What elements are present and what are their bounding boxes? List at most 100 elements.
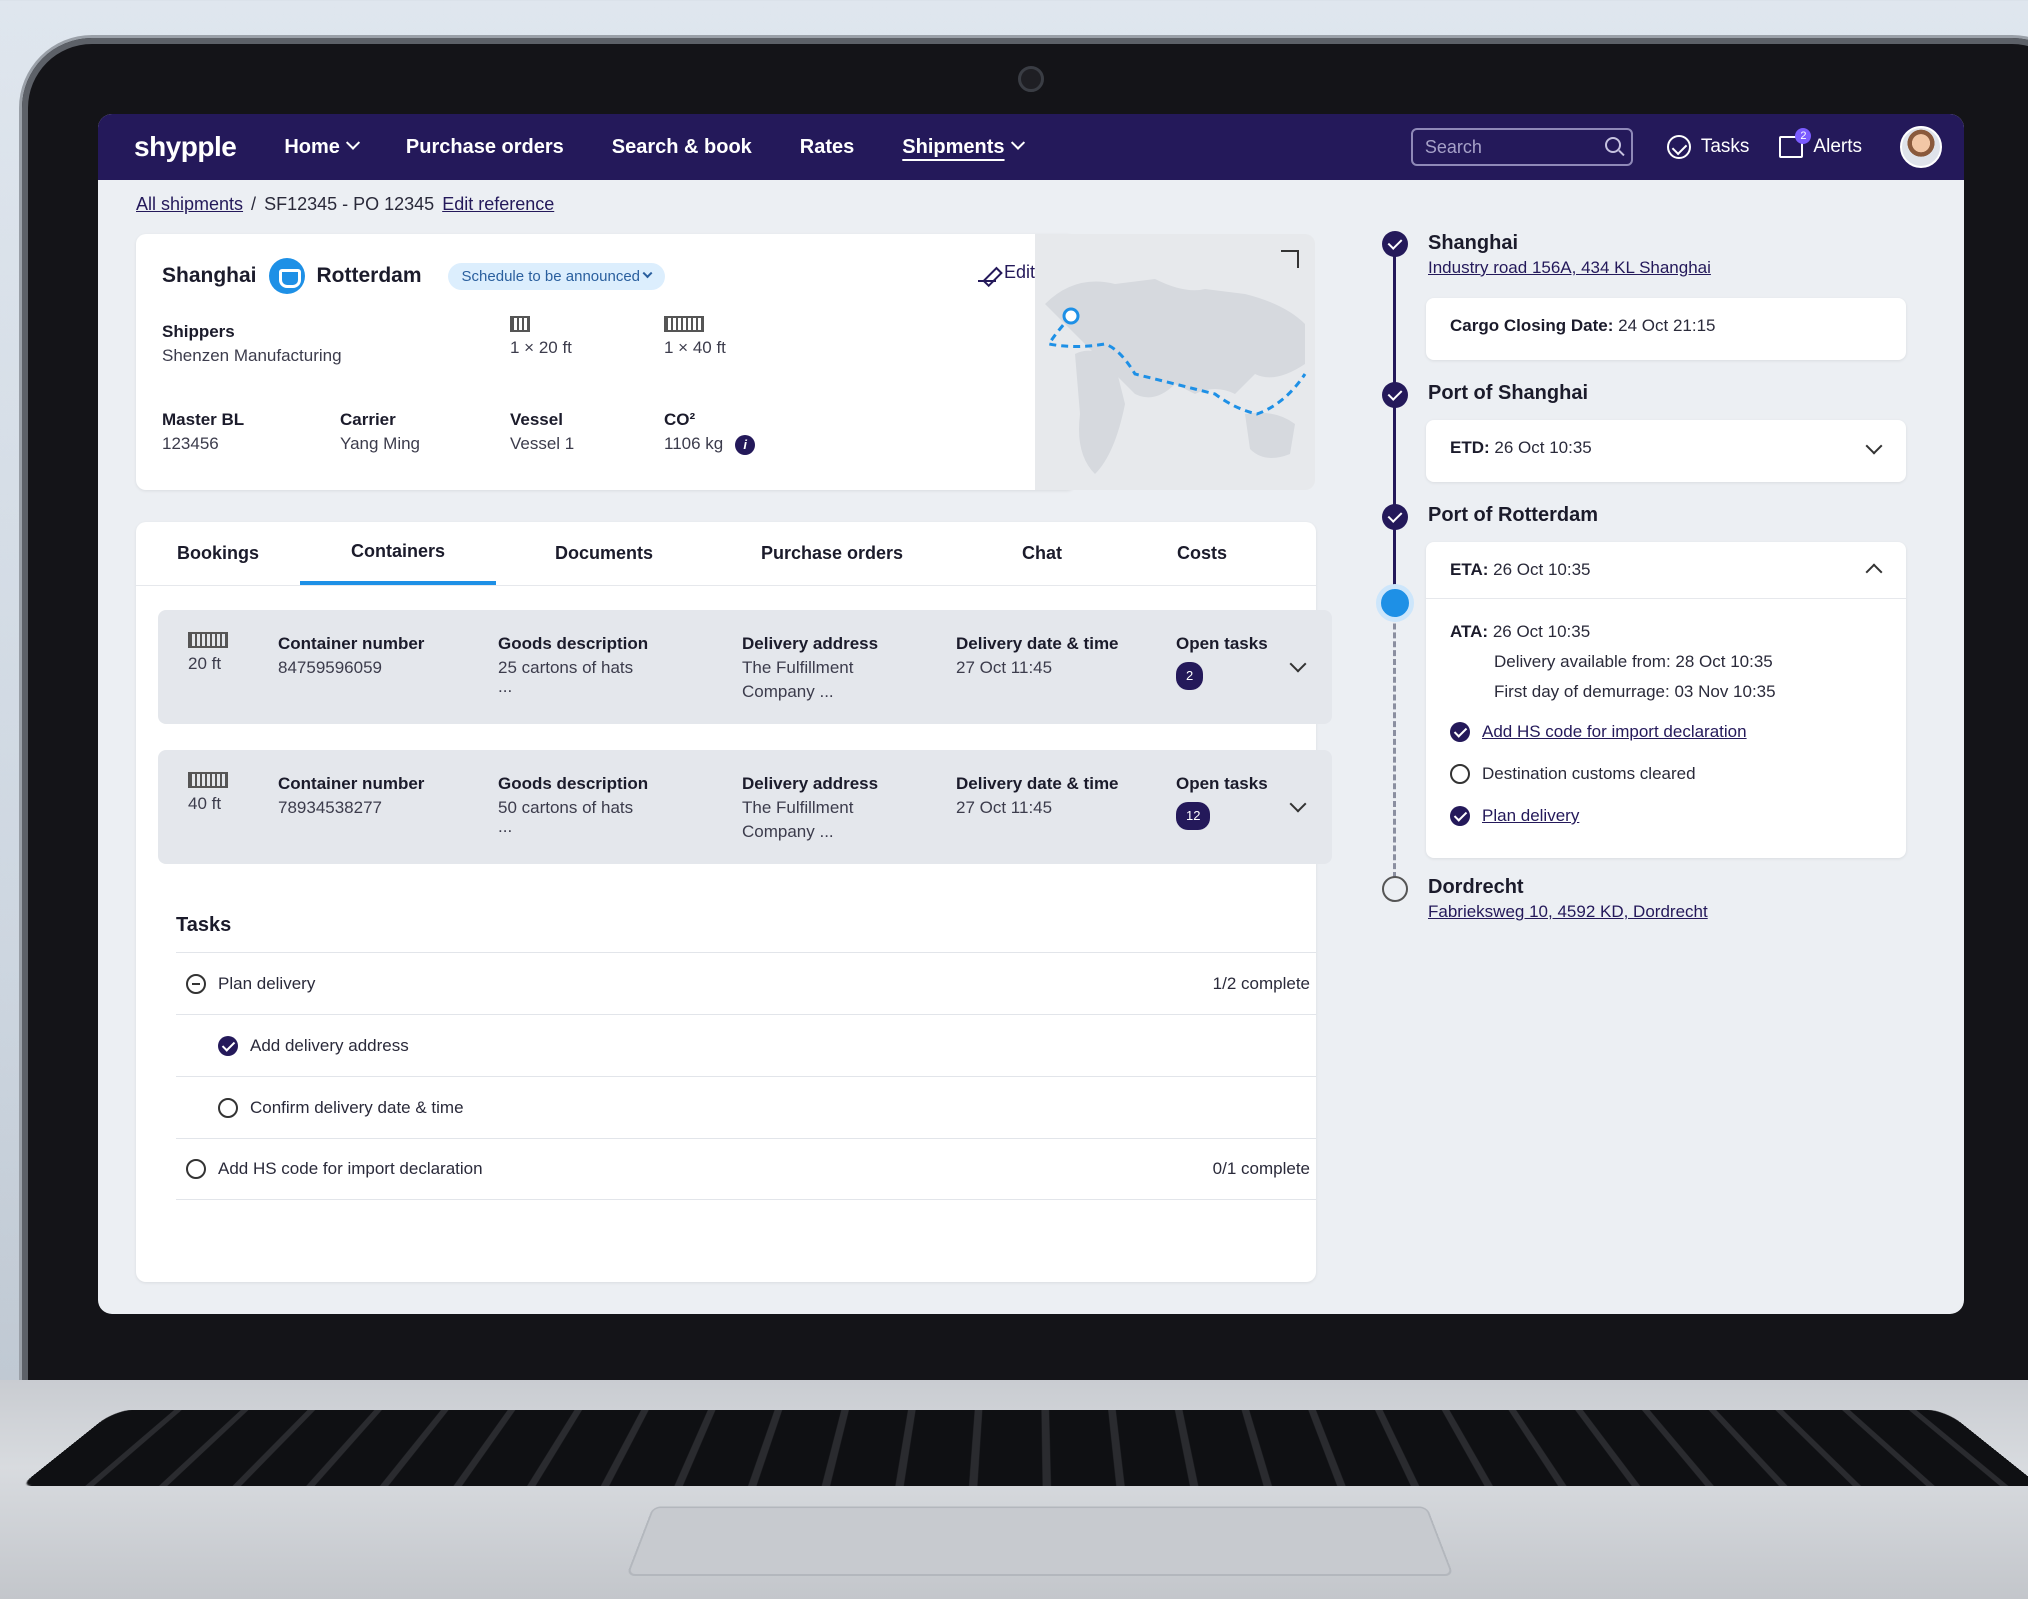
tab-chat[interactable]: Chat [952,522,1132,585]
goods-description: 50 cartons of hats [498,796,648,820]
container-20ft-count: 1 × 20 ft [510,316,572,360]
route-header: Shanghai Rotterdam Schedule to be announ… [162,258,665,294]
open-tasks-badge: 2 [1176,662,1203,690]
task-add-hs-code[interactable]: Add HS code for import declaration 0/1 c… [176,1138,1316,1200]
chevron-up-icon[interactable] [1866,564,1883,581]
carrier-field: Carrier Yang Ming [340,408,420,456]
shippers-field: Shippers Shenzen Manufacturing [162,320,342,368]
laptop-trackpad [626,1506,1454,1575]
task-plan-delivery[interactable]: Plan delivery 1/2 complete [176,952,1316,1014]
task-progress: 1/2 complete [1213,974,1316,994]
breadcrumb-all-shipments[interactable]: All shipments [136,194,243,215]
delivery-date: 27 Oct 11:45 [956,796,1119,820]
search-box [1411,128,1633,166]
cargo-closing-card: Cargo Closing Date: 24 Oct 21:15 [1426,298,1906,360]
origin-city: Shanghai [162,264,257,288]
alerts-flag-icon[interactable]: 2 [1779,136,1803,158]
app-screen: shypple Home Purchase orders Search & bo… [98,114,1964,1314]
nav-purchase-orders[interactable]: Purchase orders [406,136,564,159]
tasks-heading: Tasks [176,914,231,937]
container-row[interactable]: 40 ft Container number 78934538277 Goods … [158,750,1332,864]
radio-empty-icon[interactable] [218,1098,238,1118]
top-navigation: shypple Home Purchase orders Search & bo… [98,114,1964,180]
check-circle-icon [1667,135,1691,159]
co2-field: CO² 1106 kg i [664,408,755,456]
container-icon [510,316,530,332]
world-map-graphic [1035,234,1315,490]
delivery-date: 27 Oct 11:45 [956,656,1119,680]
eta-header[interactable]: ETA: 26 Oct 10:35 [1426,542,1906,599]
edit-reference-link[interactable]: Edit reference [442,194,554,215]
stop-port-of-rotterdam: Port of Rotterdam [1428,504,1598,527]
tab-bookings[interactable]: Bookings [136,522,300,585]
nav-tasks[interactable]: Tasks 2 Alerts [1667,126,1942,168]
shypple-logo[interactable]: shypple [134,131,236,163]
webcam [1018,66,1044,92]
chevron-down-icon[interactable] [1866,438,1883,455]
nav-home[interactable]: Home [284,136,358,159]
nav-alerts[interactable]: Alerts [1813,136,1862,158]
subtask-customs-cleared[interactable]: Destination customs cleared [1450,759,1882,789]
shipment-summary-card: Shanghai Rotterdam Schedule to be announ… [136,234,1076,490]
radio-empty-icon [1450,764,1470,784]
info-icon[interactable]: i [735,435,755,455]
timeline-line-pending [1393,588,1396,878]
container-size: 20 ft [188,652,228,676]
task-add-delivery-address[interactable]: Add delivery address [176,1014,1316,1076]
chevron-down-icon[interactable] [1290,796,1307,813]
check-filled-icon[interactable] [218,1036,238,1056]
stop-dordrecht: Dordrecht [1428,876,1524,899]
delivery-address: The Fulfillment [742,656,878,680]
alerts-count-badge: 2 [1795,128,1811,144]
nav-rates[interactable]: Rates [800,136,854,159]
task-progress: 0/1 complete [1213,1159,1316,1179]
ship-icon [269,258,305,294]
expand-map-icon[interactable] [1281,250,1299,268]
search-input[interactable] [1411,128,1633,166]
containers-panel: Bookings Containers Documents Purchase o… [136,522,1316,1282]
container-row[interactable]: 20 ft Container number 84759596059 Goods … [158,610,1332,724]
breadcrumb: All shipments / SF12345 - PO 12345 Edit … [136,194,554,215]
pencil-icon [978,264,996,282]
breadcrumb-separator: / [251,194,256,215]
etd-card[interactable]: ETD: 26 Oct 10:35 [1426,420,1906,482]
check-filled-icon [1450,806,1470,826]
tab-costs[interactable]: Costs [1132,522,1272,585]
breadcrumb-current: SF12345 - PO 12345 [264,194,434,215]
master-bl-field: Master BL 123456 [162,408,244,456]
container-size: 40 ft [188,792,228,816]
collapse-icon[interactable] [186,974,206,994]
route-map[interactable] [1035,234,1315,490]
chevron-down-icon [1010,136,1024,150]
container-icon [188,632,228,648]
laptop-keyboard [20,1410,2028,1486]
search-icon[interactable] [1605,137,1621,153]
timeline-check-icon [1382,504,1408,530]
stop-shanghai-address[interactable]: Industry road 156A, 434 KL Shanghai [1428,258,1711,278]
destination-city: Rotterdam [317,264,422,288]
stop-shanghai: Shanghai [1428,232,1518,255]
task-confirm-delivery-date[interactable]: Confirm delivery date & time [176,1076,1316,1138]
timeline-check-icon [1382,231,1408,257]
container-icon [188,772,228,788]
container-number: 84759596059 [278,656,424,680]
vessel-field: Vessel Vessel 1 [510,408,574,456]
tab-containers[interactable]: Containers [300,522,496,585]
chevron-down-icon[interactable] [1290,656,1307,673]
user-avatar[interactable] [1900,126,1942,168]
eta-card: ETA: 26 Oct 10:35 ATA: 26 Oct 10:35 Deli… [1426,542,1906,858]
subtask-plan-delivery[interactable]: Plan delivery [1450,801,1882,831]
timeline-check-icon [1382,382,1408,408]
tab-purchase-orders[interactable]: Purchase orders [712,522,952,585]
nav-search-book[interactable]: Search & book [612,136,752,159]
timeline-open-icon [1382,876,1408,902]
schedule-status-dropdown[interactable]: Schedule to be announced [448,263,666,290]
stop-dordrecht-address[interactable]: Fabrieksweg 10, 4592 KD, Dordrecht [1428,902,1708,922]
radio-empty-icon[interactable] [186,1159,206,1179]
subtask-hs-code[interactable]: Add HS code for import declaration [1450,717,1882,747]
timeline-line-complete [1393,244,1396,588]
nav-shipments[interactable]: Shipments [902,136,1022,159]
edit-shipment-button[interactable]: Edit [978,262,1035,283]
chevron-down-icon [346,136,360,150]
tab-documents[interactable]: Documents [496,522,712,585]
